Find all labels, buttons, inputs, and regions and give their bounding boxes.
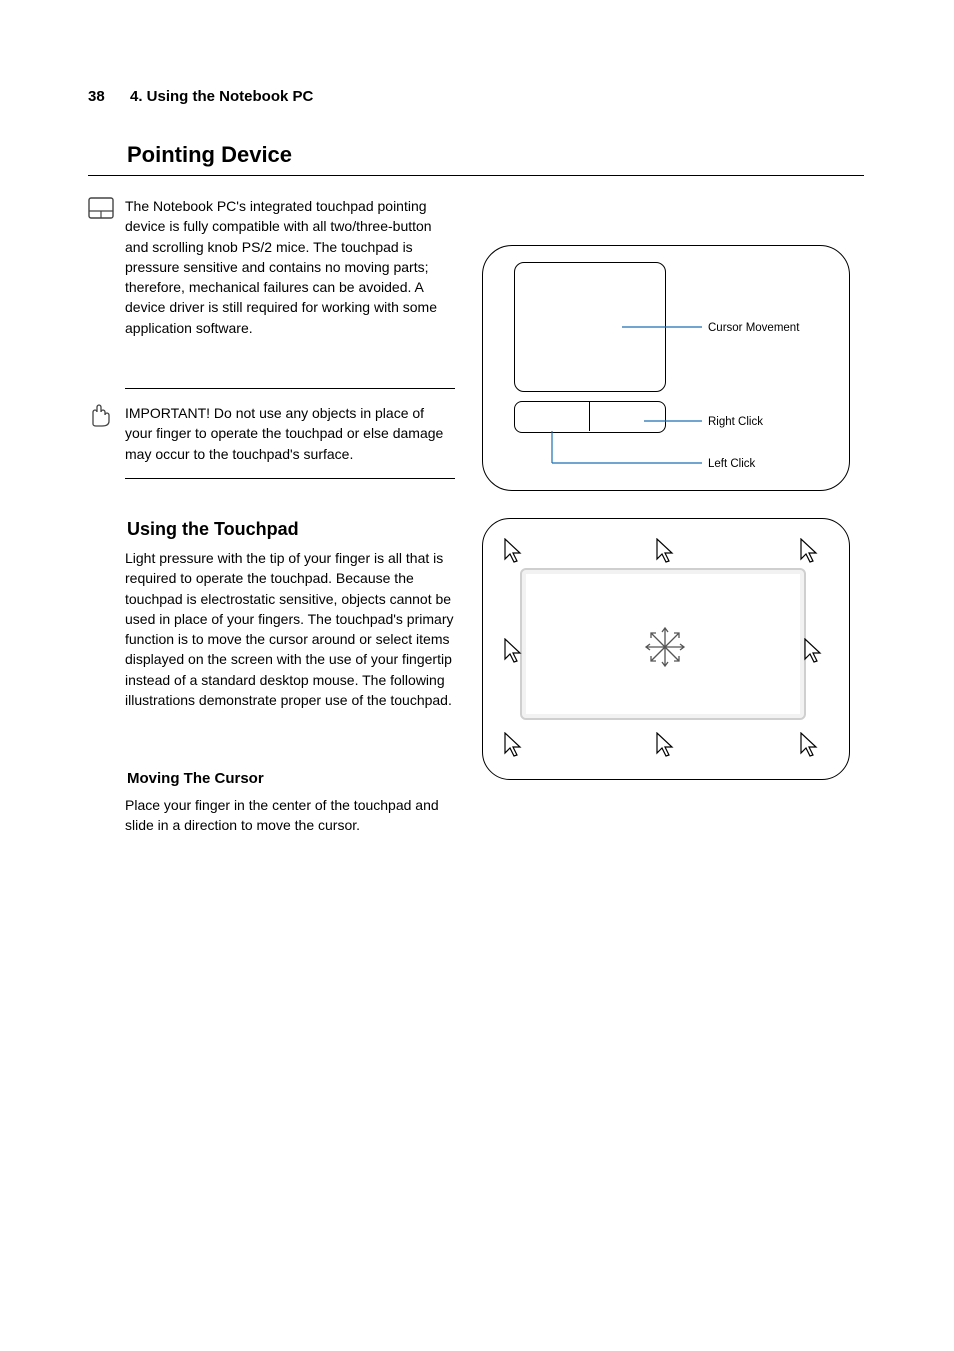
label-left-click: Left Click [708,458,756,470]
page-number: 38 [88,88,105,105]
touchpad-icon [88,197,114,219]
cursor-icon [504,538,524,564]
cursor-icon [656,538,676,564]
cursor-icon [800,538,820,564]
important-icon [84,400,112,433]
divider [88,175,864,176]
heading-moving-cursor: Moving The Cursor [127,770,264,787]
heading-pointing-device: Pointing Device [127,142,292,168]
cursor-icon [800,732,820,758]
label-cursor-movement: Cursor Movement [708,322,800,334]
heading-using-touchpad: Using the Touchpad [127,519,299,540]
intro-paragraph: The Notebook PC's integrated touchpad po… [125,196,455,338]
eight-direction-icon [640,622,690,672]
section-title: 4. Using the Notebook PC [130,88,313,105]
using-paragraph: Light pressure with the tip of your fing… [125,548,455,710]
important-note: IMPORTANT! Do not use any objects in pla… [125,388,455,479]
label-right-click: Right Click [708,416,763,428]
figure-cursor-movement [482,518,848,778]
cursor-icon [656,732,676,758]
cursor-icon [504,638,524,664]
figure-touchpad-labeled: Cursor Movement Right Click Left Click [482,245,848,489]
moving-paragraph: Place your finger in the center of the t… [125,795,455,836]
cursor-icon [504,732,524,758]
cursor-icon [804,638,824,664]
